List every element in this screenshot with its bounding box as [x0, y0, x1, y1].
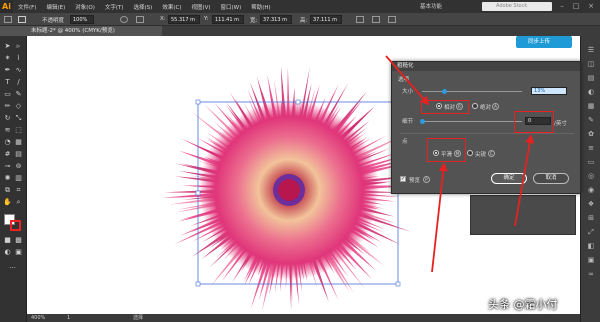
page-number[interactable]: 1	[67, 314, 70, 322]
zoom-level[interactable]: 400%	[31, 314, 45, 322]
current-tool: 选择	[133, 315, 144, 321]
status-bar: 400% 1 选择	[27, 314, 580, 322]
watermark: 头条 @霜小付	[488, 298, 558, 311]
annotation-arrows	[385, 55, 535, 273]
